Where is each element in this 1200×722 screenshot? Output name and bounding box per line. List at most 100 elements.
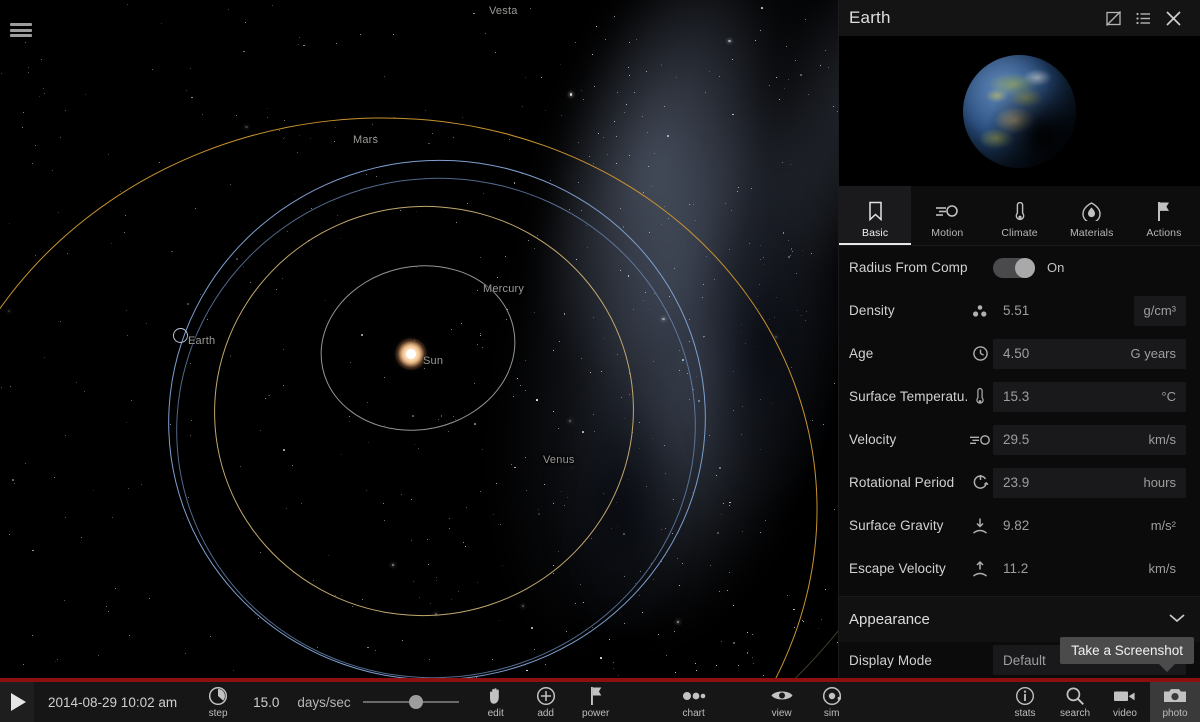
label-earth[interactable]: Earth bbox=[188, 335, 215, 347]
object-inspector-panel: Earth Basic Motion Climate Materials Act… bbox=[838, 0, 1200, 678]
tool-power[interactable]: power bbox=[571, 682, 621, 722]
tool-label: photo bbox=[1162, 707, 1188, 719]
sun-body[interactable] bbox=[406, 349, 416, 359]
age-input[interactable]: 4.50 G years bbox=[993, 338, 1186, 369]
tool-photo[interactable]: photo bbox=[1150, 682, 1200, 722]
tool-chart[interactable]: chart bbox=[669, 682, 719, 722]
velocity-icon bbox=[935, 200, 959, 222]
label-mercury[interactable]: Mercury bbox=[483, 283, 524, 295]
molecule-icon bbox=[967, 304, 993, 318]
property-value: 15.3 bbox=[1003, 389, 1030, 404]
rotation-icon bbox=[967, 474, 993, 491]
plus-circle-icon bbox=[536, 686, 556, 706]
earth-selection-marker[interactable] bbox=[173, 328, 188, 343]
droplet-icon bbox=[1081, 200, 1102, 222]
label-vesta[interactable]: Vesta bbox=[489, 5, 518, 17]
tool-label: power bbox=[582, 707, 610, 719]
property-unit: g/cm³ bbox=[1133, 295, 1186, 326]
panel-tabs: Basic Motion Climate Materials Actions bbox=[839, 186, 1200, 246]
property-row-density: Density 5.51 g/cm³ bbox=[839, 289, 1200, 332]
tab-actions[interactable]: Actions bbox=[1128, 186, 1200, 245]
tool-label: stats bbox=[1014, 707, 1036, 719]
tool-label: search bbox=[1059, 707, 1090, 719]
flag-icon bbox=[589, 686, 603, 706]
tool-label: chart bbox=[682, 707, 705, 719]
velocity-input[interactable]: 29.5 km/s bbox=[993, 424, 1186, 455]
tool-label: edit bbox=[487, 707, 504, 719]
tab-label: Basic bbox=[862, 227, 889, 239]
solar-system-view[interactable]: Vesta Mars Mercury Earth Sun Venus bbox=[0, 0, 838, 678]
rotational-period-input[interactable]: 23.9 hours bbox=[993, 467, 1186, 498]
tool-label: video bbox=[1113, 707, 1137, 719]
density-input[interactable]: 5.51 g/cm³ bbox=[993, 295, 1186, 326]
property-row-age: Age 4.50 G years bbox=[839, 332, 1200, 375]
tab-basic[interactable]: Basic bbox=[839, 186, 912, 245]
clock-icon bbox=[967, 345, 993, 362]
property-value: 9.82 bbox=[1003, 518, 1030, 533]
slider-thumb bbox=[408, 695, 423, 709]
tool-add[interactable]: add bbox=[521, 682, 571, 722]
play-button[interactable] bbox=[0, 682, 34, 722]
property-row-rotational-period: Rotational Period 23.9 hours bbox=[839, 461, 1200, 504]
escape-velocity-input[interactable]: 11.2 km/s bbox=[993, 554, 1186, 584]
surface-gravity-input[interactable]: 9.82 m/s² bbox=[993, 511, 1186, 541]
property-label: Velocity bbox=[849, 432, 897, 447]
time-rate-slider[interactable] bbox=[351, 682, 471, 722]
gravity-up-icon bbox=[967, 560, 993, 578]
property-unit: °C bbox=[1161, 389, 1176, 404]
tool-label: sim bbox=[823, 707, 840, 719]
video-camera-icon bbox=[1113, 686, 1137, 706]
hamburger-menu-icon[interactable] bbox=[8, 20, 34, 40]
panel-header: Earth bbox=[839, 0, 1200, 36]
timeline-scrubber[interactable] bbox=[0, 678, 1200, 682]
search-icon bbox=[1065, 686, 1085, 706]
bottom-toolbar: 2014-08-29 10:02 am step 15.0 days/sec e… bbox=[0, 682, 1200, 722]
hide-label-icon[interactable] bbox=[1098, 3, 1128, 33]
chevron-down-icon bbox=[1168, 611, 1186, 629]
tool-view[interactable]: view bbox=[757, 682, 807, 722]
thermometer-icon bbox=[1014, 200, 1026, 222]
appearance-section-header[interactable]: Appearance bbox=[839, 596, 1200, 642]
tab-label: Climate bbox=[1001, 227, 1038, 239]
tool-stats[interactable]: stats bbox=[1000, 682, 1050, 722]
time-rate-value[interactable]: 15.0 bbox=[243, 682, 297, 722]
property-unit: hours bbox=[1143, 475, 1176, 490]
section-title: Appearance bbox=[849, 611, 930, 628]
property-row-velocity: Velocity 29.5 km/s bbox=[839, 418, 1200, 461]
app-root: Vesta Mars Mercury Earth Sun Venus Earth bbox=[0, 0, 1200, 722]
property-label: Display Mode bbox=[849, 652, 932, 668]
tab-climate[interactable]: Climate bbox=[983, 186, 1055, 245]
tab-motion[interactable]: Motion bbox=[911, 186, 983, 245]
orbit-icon bbox=[822, 686, 842, 706]
info-circle-icon bbox=[1015, 686, 1035, 706]
label-venus[interactable]: Venus bbox=[543, 454, 575, 466]
simulation-datetime[interactable]: 2014-08-29 10:02 am bbox=[34, 682, 193, 722]
property-unit: km/s bbox=[1148, 432, 1176, 447]
label-mars[interactable]: Mars bbox=[353, 134, 378, 146]
tool-sim[interactable]: sim bbox=[807, 682, 857, 722]
property-label: Escape Velocity bbox=[849, 561, 946, 576]
tool-edit[interactable]: edit bbox=[471, 682, 521, 722]
page-title: Earth bbox=[849, 8, 891, 27]
radius-from-composition-toggle[interactable] bbox=[993, 257, 1035, 278]
surface-temperature-input[interactable]: 15.3 °C bbox=[993, 381, 1186, 412]
dial-icon bbox=[208, 686, 228, 706]
tool-search[interactable]: search bbox=[1050, 682, 1100, 722]
camera-icon bbox=[1163, 686, 1187, 706]
play-triangle-icon bbox=[11, 693, 26, 711]
tool-label: view bbox=[771, 707, 792, 719]
tool-label: add bbox=[537, 707, 554, 719]
property-label: Radius From Comp... bbox=[849, 260, 967, 275]
property-label: Surface Gravity bbox=[849, 518, 944, 533]
thermometer-icon bbox=[967, 387, 993, 406]
label-sun[interactable]: Sun bbox=[423, 355, 443, 367]
step-button[interactable]: step bbox=[193, 682, 243, 722]
tool-video[interactable]: video bbox=[1100, 682, 1150, 722]
close-icon[interactable] bbox=[1158, 3, 1188, 33]
tab-materials[interactable]: Materials bbox=[1056, 186, 1128, 245]
property-row-radius-from-composition: Radius From Comp... On bbox=[839, 246, 1200, 289]
bookmark-icon bbox=[868, 200, 883, 222]
tab-label: Materials bbox=[1069, 227, 1114, 239]
earth-globe-preview[interactable] bbox=[839, 36, 1200, 186]
list-icon[interactable] bbox=[1128, 3, 1158, 33]
